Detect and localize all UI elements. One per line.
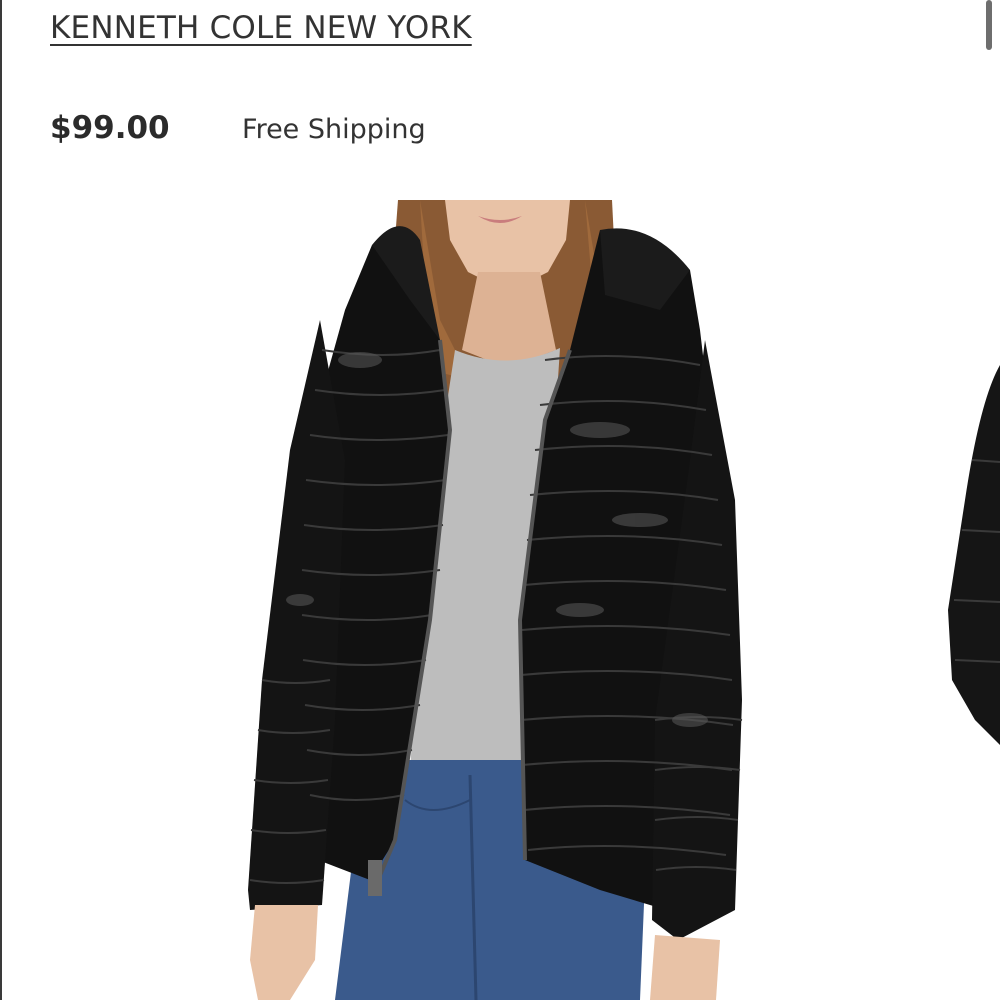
brand-link[interactable]: KENNETH COLE NEW YORK	[50, 10, 472, 46]
product-image-carousel[interactable]	[0, 200, 1000, 1000]
product-photo[interactable]	[0, 200, 1000, 1000]
scrollbar-thumb[interactable]	[986, 0, 992, 50]
product-price: $99.00	[50, 110, 170, 146]
shipping-info: Free Shipping	[242, 114, 426, 145]
product-listing-page: KENNETH COLE NEW YORK $99.00 Free Shippi…	[0, 0, 1000, 1000]
